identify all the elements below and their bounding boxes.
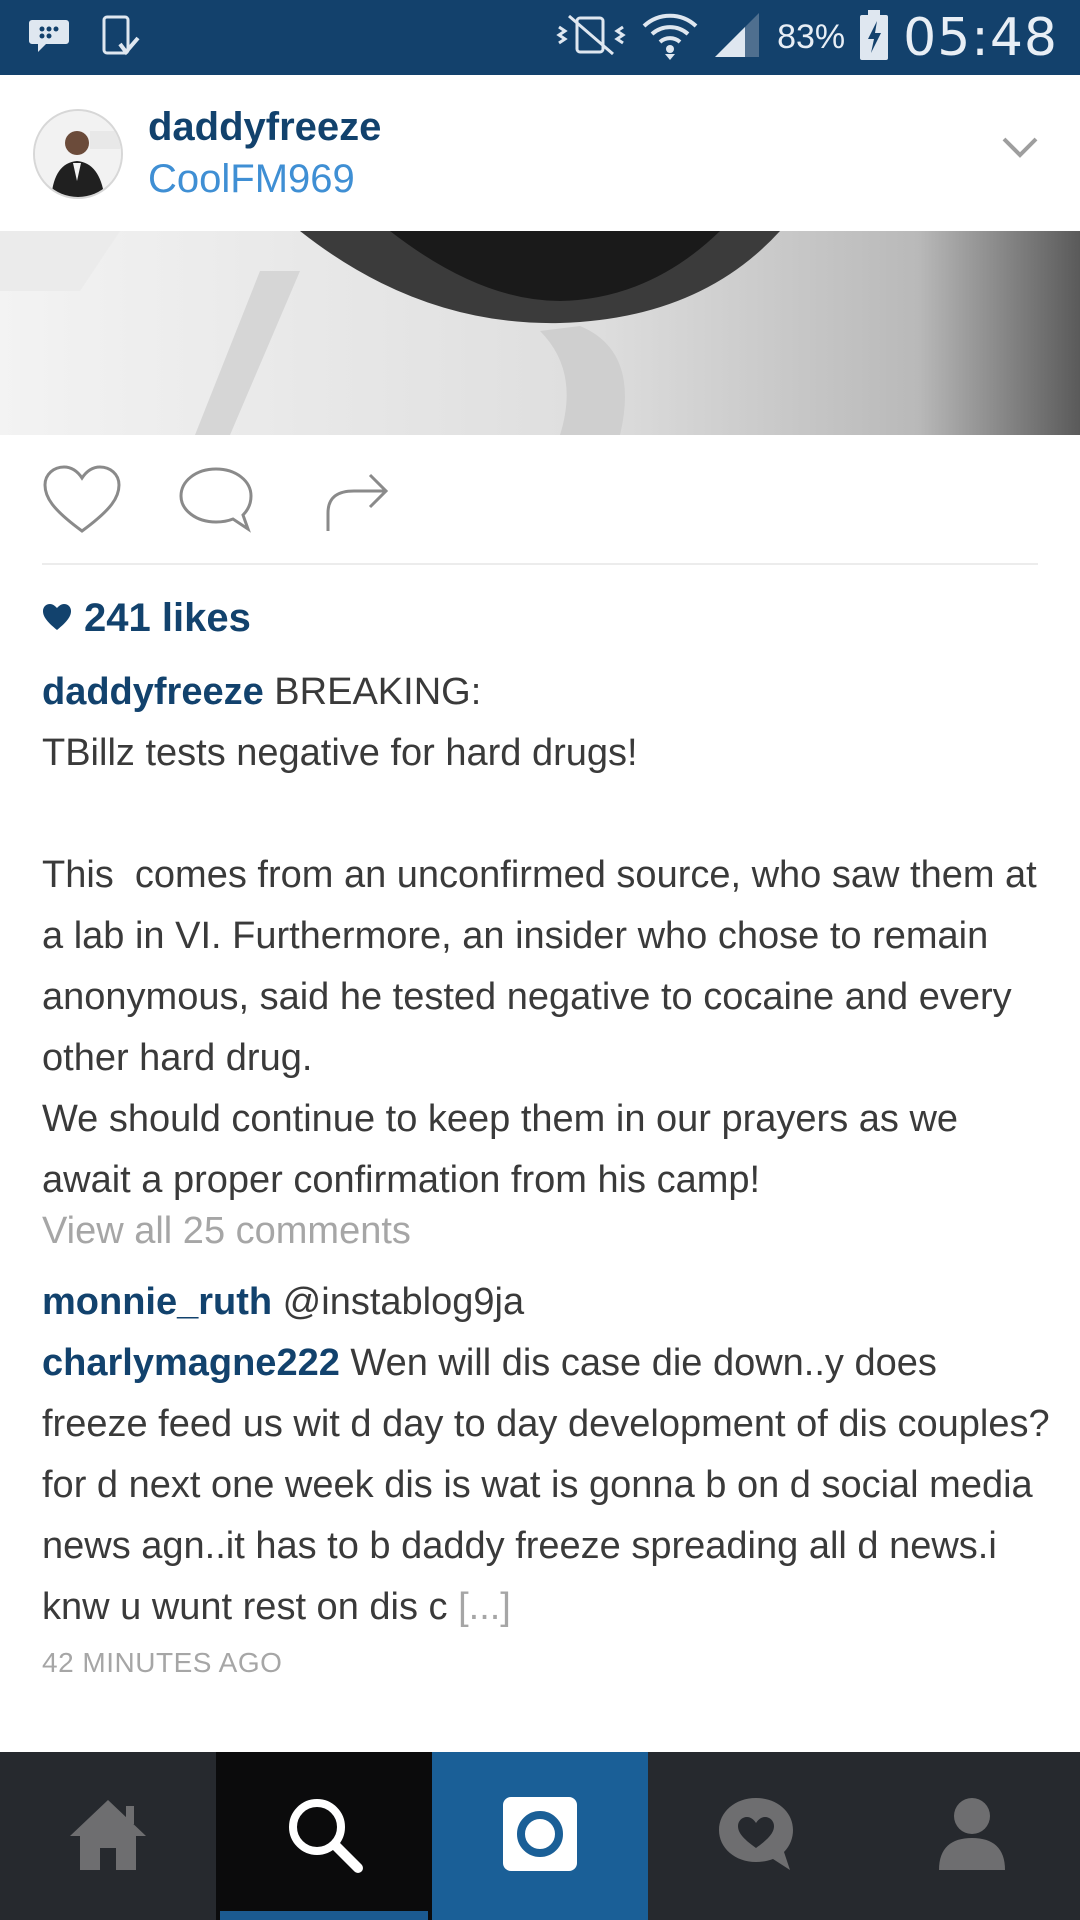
- post-username[interactable]: daddyfreeze: [148, 105, 381, 150]
- status-time: 05:48: [903, 7, 1058, 68]
- camera-icon: [501, 1795, 579, 1878]
- status-bar: 83% 05:48: [0, 0, 1080, 75]
- post-actions: [0, 435, 1080, 565]
- like-heart-icon[interactable]: [42, 465, 122, 540]
- share-arrow-icon[interactable]: [322, 465, 392, 540]
- comment-username[interactable]: charlymagne222: [42, 1342, 340, 1384]
- comment-username[interactable]: monnie_ruth: [42, 1281, 272, 1323]
- view-all-comments-link[interactable]: View all 25 comments: [42, 1210, 411, 1253]
- likes-count[interactable]: 241 likes: [42, 596, 251, 641]
- battery-percent: 83%: [777, 18, 846, 56]
- post-timestamp: 42 MINUTES AGO: [42, 1647, 283, 1678]
- comment-text: @instablog9ja: [272, 1281, 525, 1323]
- wifi-icon: [641, 10, 699, 65]
- signal-icon: [713, 11, 763, 64]
- profile-icon: [937, 1796, 1007, 1877]
- avatar[interactable]: [33, 109, 123, 199]
- download-icon: [100, 14, 142, 65]
- nav-search[interactable]: [216, 1752, 432, 1920]
- search-icon: [284, 1794, 364, 1879]
- chevron-down-icon[interactable]: [1000, 127, 1040, 167]
- comment-item: charlymagne222 Wen will dis case die dow…: [42, 1333, 1052, 1638]
- bbm-icon: [28, 14, 70, 65]
- caption-text: BREAKING: TBillz tests negative for hard…: [42, 671, 1037, 1201]
- activity-heart-bubble-icon: [716, 1794, 796, 1879]
- comment-item: monnie_ruth @instablog9ja: [42, 1272, 1052, 1333]
- nav-camera[interactable]: [432, 1752, 648, 1920]
- nav-profile[interactable]: [864, 1752, 1080, 1920]
- vibrate-icon: [555, 12, 627, 63]
- comment-bubble-icon[interactable]: [178, 465, 254, 540]
- status-bar-right: 83% 05:48: [555, 0, 1058, 75]
- battery-charging-icon: [859, 9, 889, 66]
- post-header: daddyfreeze CoolFM969: [0, 75, 1080, 231]
- caption-username[interactable]: daddyfreeze: [42, 671, 264, 713]
- comment-text: Wen will dis case die down..y does freez…: [42, 1342, 1050, 1628]
- post-caption: daddyfreeze BREAKING: TBillz tests negat…: [42, 662, 1042, 1211]
- status-bar-left: [28, 14, 142, 65]
- nav-home[interactable]: [0, 1752, 216, 1920]
- home-icon: [66, 1796, 150, 1877]
- post-photo[interactable]: [0, 231, 1080, 435]
- comment-more-link[interactable]: [...]: [458, 1586, 511, 1628]
- nav-activity[interactable]: [648, 1752, 864, 1920]
- small-heart-icon: [42, 596, 72, 641]
- likes-label: 241 likes: [84, 596, 251, 640]
- bottom-nav: [0, 1752, 1080, 1920]
- post-location[interactable]: CoolFM969: [148, 157, 355, 202]
- divider: [42, 563, 1038, 565]
